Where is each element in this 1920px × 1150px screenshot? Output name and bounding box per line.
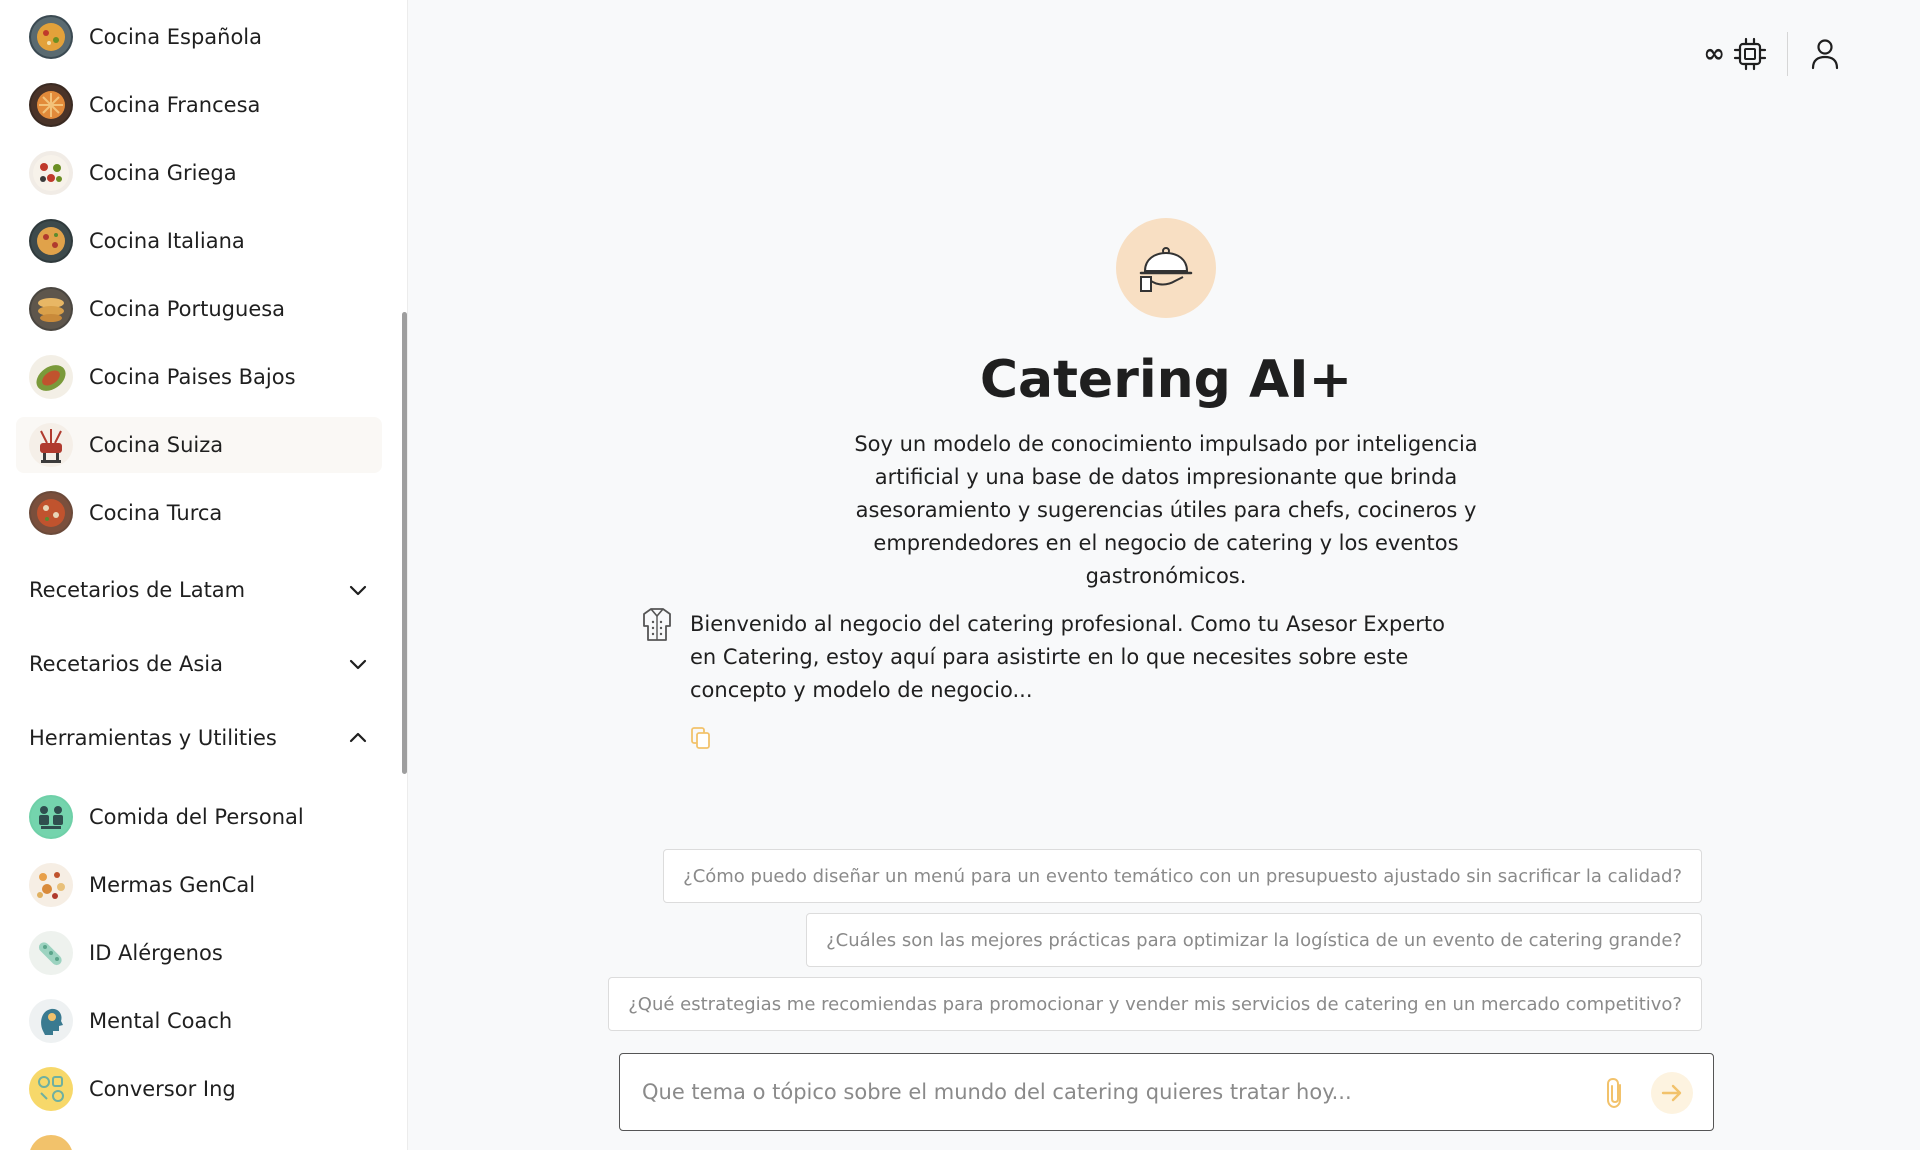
sidebar-item-cocina-francesa[interactable]: Cocina Francesa <box>16 77 382 133</box>
sidebar-item-conversor-ing[interactable]: Conversor Ing <box>16 1061 382 1117</box>
sidebar-item-partial[interactable] <box>16 1129 382 1150</box>
fondue-pot-icon <box>29 423 73 467</box>
message-input[interactable] <box>642 1054 1562 1130</box>
suggestion-chip[interactable]: ¿Cómo puedo diseñar un menú para un even… <box>663 849 1702 903</box>
sidebar-item-cocina-griega[interactable]: Cocina Griega <box>16 145 382 201</box>
topbar-divider <box>1787 32 1788 76</box>
bot-message-text: Bienvenido al negocio del catering profe… <box>690 612 1445 702</box>
sidebar-item-cocina-espanola[interactable]: Cocina Española <box>16 9 382 65</box>
sidebar-item-cocina-portuguesa[interactable]: Cocina Portuguesa <box>16 281 382 337</box>
sidebar-item-label: Cocina Italiana <box>89 229 245 253</box>
pizza-dish-icon <box>29 219 73 263</box>
chef-jacket-icon <box>643 608 671 641</box>
sidebar-item-label: Mermas GenCal <box>89 873 256 897</box>
catering-cloche-logo-icon <box>1116 218 1216 318</box>
paella-dish-icon <box>29 15 73 59</box>
dutch-dish-icon <box>29 355 73 399</box>
mental-coach-icon <box>29 999 73 1043</box>
sidebar-item-cocina-suiza[interactable]: Cocina Suiza <box>16 417 382 473</box>
sidebar-item-cocina-paises-bajos[interactable]: Cocina Paises Bajos <box>16 349 382 405</box>
chevron-down-icon <box>349 585 367 596</box>
hero-description: Soy un modelo de conocimiento impulsado … <box>854 432 1478 588</box>
sidebar-item-cocina-turca[interactable]: Cocina Turca <box>16 485 382 541</box>
sidebar-scrollbar[interactable] <box>402 312 407 774</box>
ingredient-converter-icon <box>29 1067 73 1111</box>
user-profile-icon[interactable] <box>1810 38 1840 70</box>
greek-salad-icon <box>29 151 73 195</box>
section-label: Herramientas y Utilities <box>29 726 277 750</box>
section-recetarios-asia[interactable]: Recetarios de Asia <box>16 639 382 689</box>
sidebar-item-cocina-italiana[interactable]: Cocina Italiana <box>16 213 382 269</box>
copy-icon[interactable] <box>690 726 712 750</box>
section-recetarios-latam[interactable]: Recetarios de Latam <box>16 565 382 615</box>
turkish-dish-icon <box>29 491 73 535</box>
sidebar-item-label: Cocina Portuguesa <box>89 297 286 321</box>
sidebar-item-label: Cocina Francesa <box>89 93 261 117</box>
sidebar-item-label: Conversor Ing <box>89 1077 236 1101</box>
chevron-up-icon <box>349 732 367 743</box>
waste-calculator-icon <box>29 863 73 907</box>
sidebar-item-label: Cocina Suiza <box>89 433 224 457</box>
sidebar-item-mental-coach[interactable]: Mental Coach <box>16 993 382 1049</box>
sidebar-item-label: Mental Coach <box>89 1009 233 1033</box>
page-title: Catering AI+ <box>979 350 1353 410</box>
tart-dish-icon <box>29 83 73 127</box>
infinity-icon[interactable]: ∞ <box>1703 39 1725 69</box>
allergen-id-icon <box>29 931 73 975</box>
suggestion-chip[interactable]: ¿Qué estrategias me recomiendas para pro… <box>608 977 1702 1031</box>
sidebar-item-mermas-gencal[interactable]: Mermas GenCal <box>16 857 382 913</box>
sidebar-item-id-alergenos[interactable]: ID Alérgenos <box>16 925 382 981</box>
arrow-right-icon <box>1661 1084 1682 1102</box>
sidebar-item-label: Cocina Española <box>89 25 263 49</box>
sidebar-item-label: Cocina Turca <box>89 501 223 525</box>
section-label: Recetarios de Asia <box>29 652 224 676</box>
topbar-actions: ∞ <box>1703 32 1840 76</box>
suggestion-chip[interactable]: ¿Cuáles son las mejores prácticas para o… <box>806 913 1702 967</box>
section-herramientas-utilities[interactable]: Herramientas y Utilities <box>16 713 382 763</box>
pastel-de-nata-icon <box>29 287 73 331</box>
paperclip-icon[interactable] <box>1603 1076 1629 1110</box>
sidebar-item-label: Comida del Personal <box>89 805 304 829</box>
send-button[interactable] <box>1651 1072 1693 1114</box>
sidebar-item-comida-del-personal[interactable]: Comida del Personal <box>16 789 382 845</box>
chat-composer <box>619 1053 1714 1131</box>
section-label: Recetarios de Latam <box>29 578 246 602</box>
partial-tool-icon <box>29 1135 73 1150</box>
sidebar-item-label: ID Alérgenos <box>89 941 223 965</box>
cpu-chip-icon[interactable] <box>1733 37 1767 71</box>
staff-meal-icon <box>29 795 73 839</box>
sidebar-item-label: Cocina Griega <box>89 161 237 185</box>
chevron-down-icon <box>349 659 367 670</box>
sidebar-item-label: Cocina Paises Bajos <box>89 365 296 389</box>
sidebar: Cocina Española Cocina Francesa Cocina G… <box>0 0 408 1150</box>
